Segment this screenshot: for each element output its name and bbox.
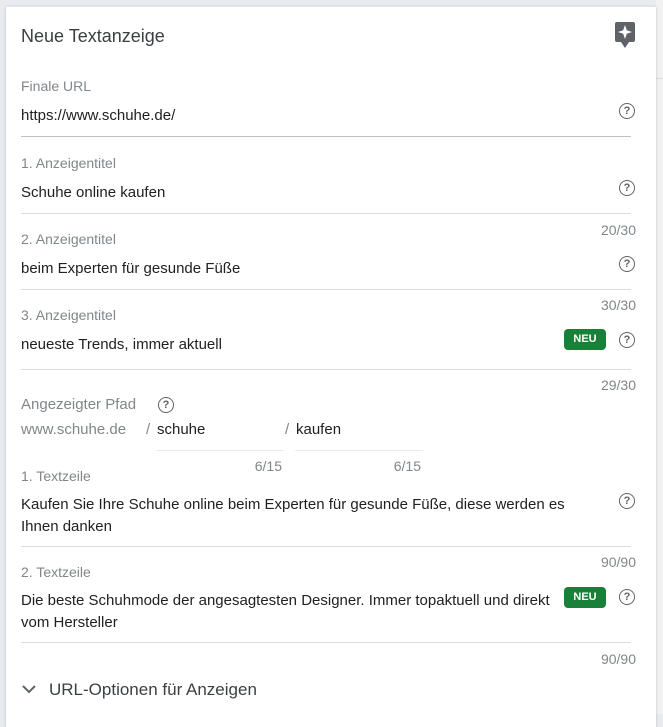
headline2-char-counter: 30/30 [600, 297, 636, 313]
headline3-new-badge: NEU [564, 329, 606, 350]
description1-char-counter: 90/90 [600, 554, 636, 570]
headline1-underline [21, 213, 631, 214]
display-path-1-counter: 6/15 [254, 458, 282, 474]
description2-char-counter: 90/90 [600, 651, 636, 667]
headline1-char-counter: 20/30 [600, 222, 636, 238]
display-path-domain: www.schuhe.de [21, 421, 127, 438]
headline3-input[interactable]: neueste Trends, immer aktuell [21, 336, 222, 353]
headline1-input[interactable]: Schuhe online kaufen [21, 184, 165, 201]
headline2-underline [21, 289, 631, 290]
final-url-underline [21, 136, 631, 137]
headline1-label: 1. Anzeigentitel [21, 155, 116, 171]
display-path-slash-2: / [285, 421, 290, 438]
display-path-2-underline [295, 450, 423, 451]
display-path-label: Angezeigter Pfad [21, 396, 137, 413]
description2-underline [21, 642, 631, 643]
display-path-1-input[interactable]: schuhe [157, 421, 205, 438]
display-path-2-counter: 6/15 [393, 458, 421, 474]
headline3-help-icon[interactable]: ? [619, 332, 635, 348]
final-url-label: Finale URL [21, 78, 92, 94]
background-panel-edge [656, 0, 663, 714]
description1-underline [21, 546, 631, 547]
description1-help-icon[interactable]: ? [619, 493, 635, 509]
description2-input[interactable]: Die beste Schuhmode der angesagtesten De… [21, 590, 556, 634]
description1-input[interactable]: Kaufen Sie Ihre Schuhe online beim Exper… [21, 494, 601, 538]
description2-help-icon[interactable]: ? [619, 589, 635, 605]
description2-label: 2. Textzeile [21, 564, 91, 580]
url-options-toggle[interactable]: URL-Optionen für Anzeigen [49, 680, 257, 700]
headline2-label: 2. Anzeigentitel [21, 231, 116, 247]
headline2-help-icon[interactable]: ? [619, 256, 635, 272]
description2-new-badge: NEU [564, 587, 606, 608]
headline3-char-counter: 29/30 [600, 377, 636, 393]
card-title: Neue Textanzeige [21, 26, 165, 46]
display-path-2-input[interactable]: kaufen [296, 421, 341, 438]
headline3-label: 3. Anzeigentitel [21, 307, 116, 323]
sparkle-icon[interactable] [614, 21, 636, 51]
final-url-help-icon[interactable]: ? [619, 103, 635, 119]
display-path-1-underline [156, 450, 284, 451]
display-path-help-icon[interactable]: ? [158, 397, 174, 413]
headline1-help-icon[interactable]: ? [619, 180, 635, 196]
headline3-underline [21, 369, 631, 370]
final-url-input[interactable]: https://www.schuhe.de/ [21, 107, 175, 124]
chevron-down-icon[interactable] [21, 681, 37, 697]
display-path-slash-1: / [146, 421, 151, 438]
description1-label: 1. Textzeile [21, 468, 91, 484]
headline2-input[interactable]: beim Experten für gesunde Füße [21, 260, 240, 277]
